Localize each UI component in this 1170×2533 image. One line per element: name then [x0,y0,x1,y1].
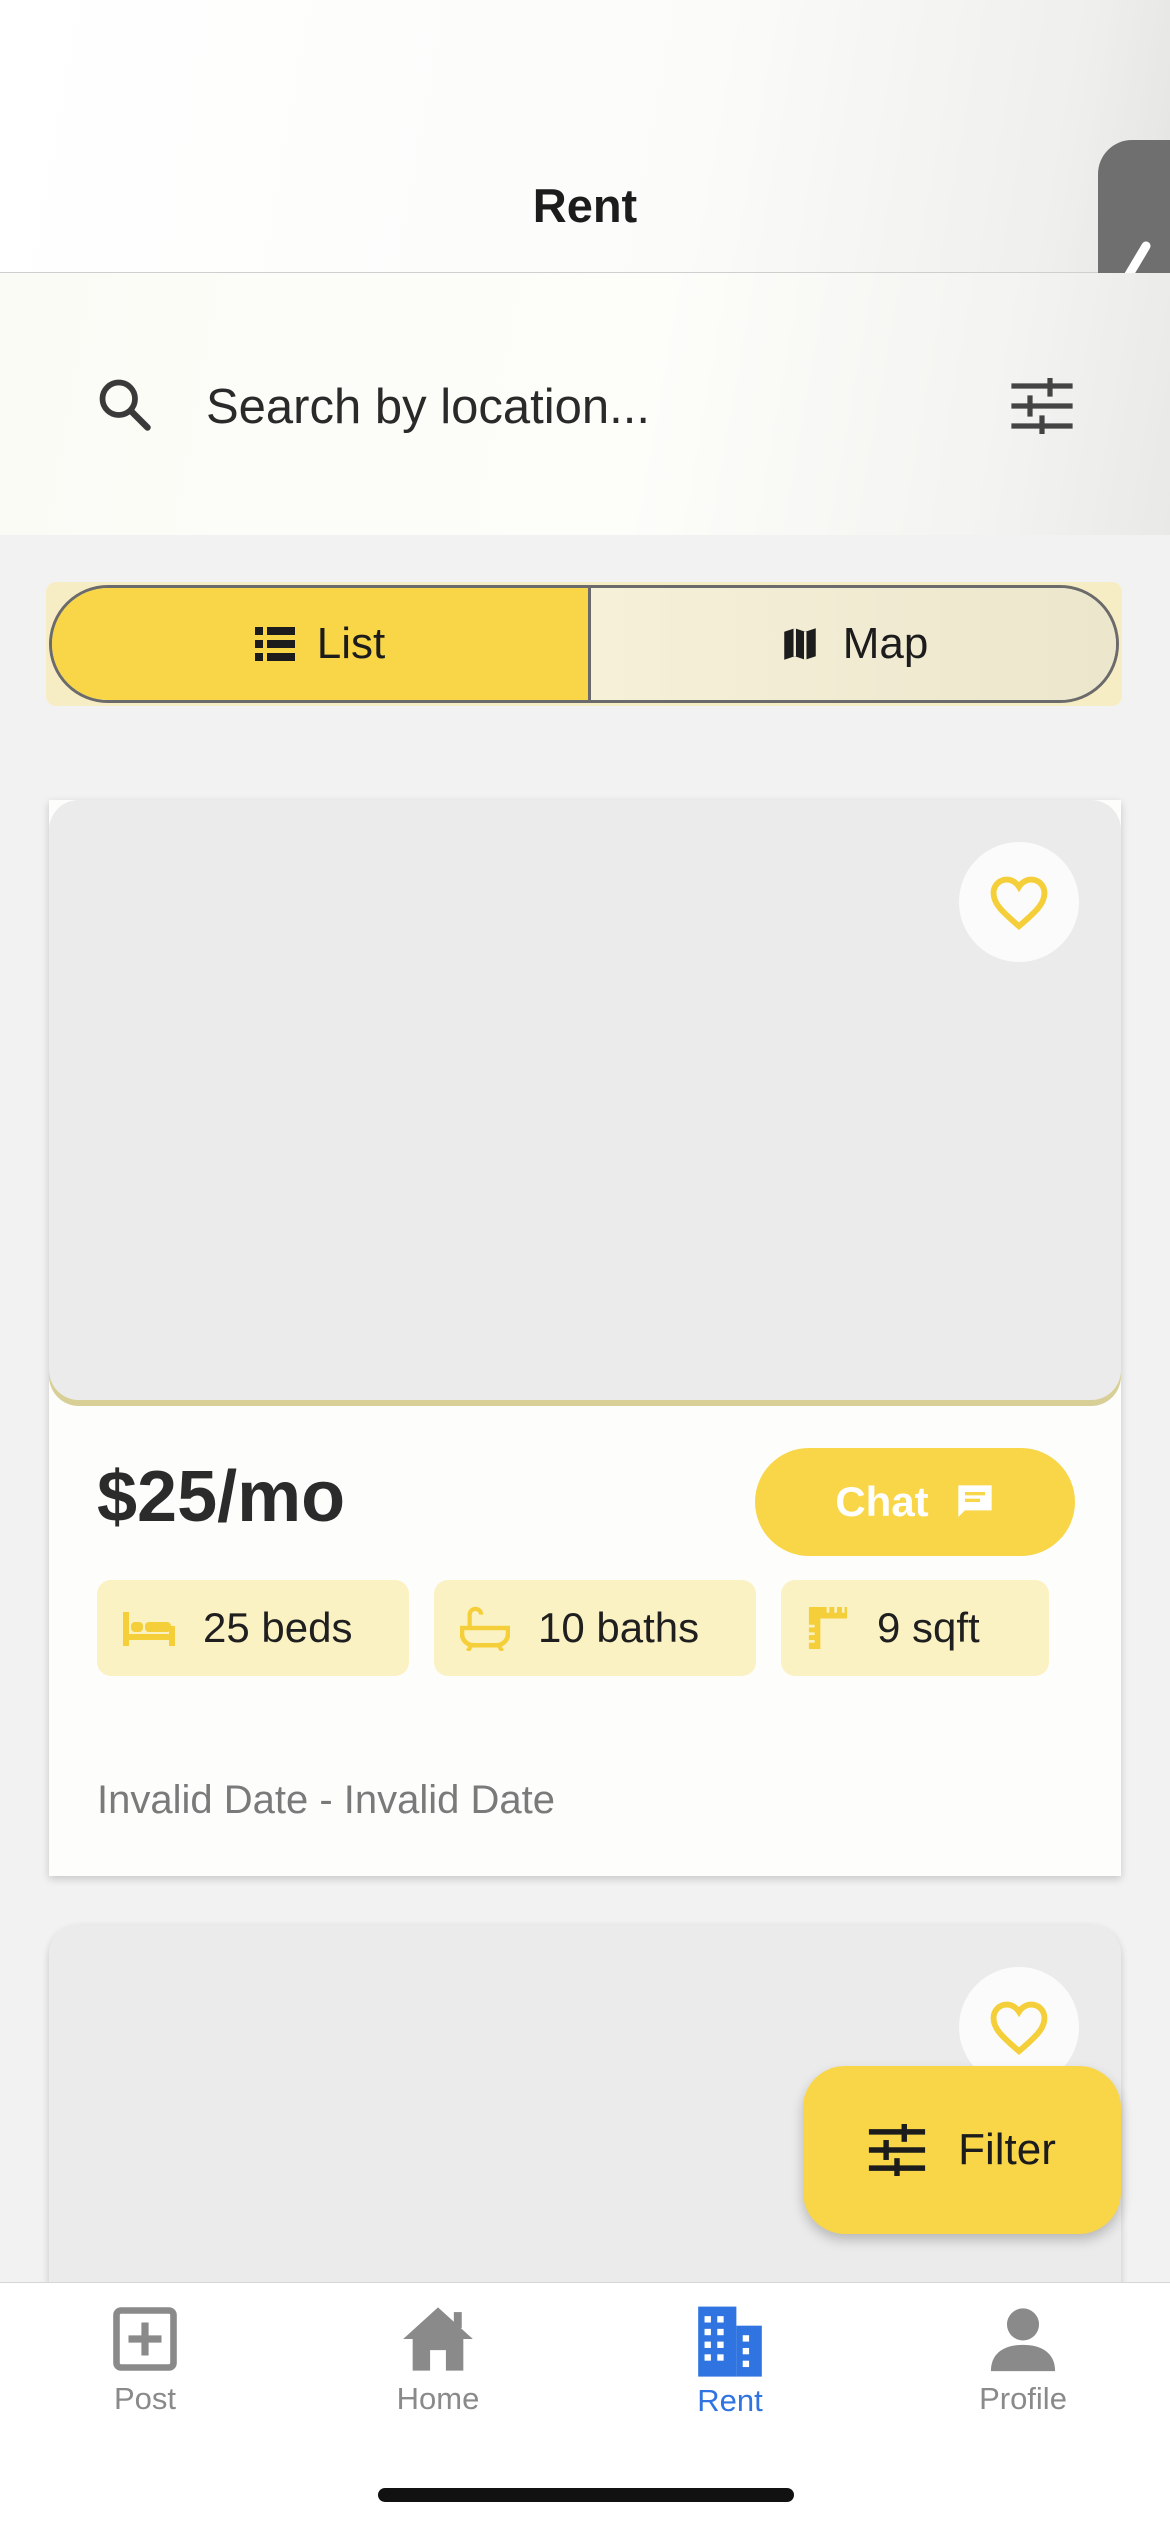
map-icon [783,628,816,660]
heart-icon [990,876,1048,930]
baths-count: 10 baths [538,1604,700,1651]
home-icon [403,2307,473,2371]
search-icon [99,379,151,431]
area-chip: 9 sqft [781,1580,1049,1676]
list-icon [254,627,295,661]
bed-icon [123,1612,175,1646]
apartment-icon [698,2306,762,2377]
tab-profile-label: Profile [979,2381,1067,2416]
filter-button-label: Filter [958,2125,1056,2174]
tab-post-label: Post [113,2381,177,2416]
availability-dates: Invalid Date - Invalid Date [97,1778,556,1822]
beds-count: 25 beds [203,1604,353,1651]
page-title: Rent [532,179,638,232]
tab-rent[interactable]: Rent [630,2303,830,2419]
person-icon [990,2308,1056,2372]
map-view-button[interactable]: Map [591,588,1116,700]
chat-icon [958,1485,992,1517]
tab-profile[interactable]: Profile [923,2303,1123,2417]
filter-button[interactable]: Filter [803,2066,1121,2234]
chat-button[interactable]: Chat [755,1448,1075,1556]
add-box-icon [113,2307,177,2371]
favorite-button[interactable] [959,842,1079,962]
ruler-square-icon [808,1607,848,1649]
list-view-button[interactable]: List [52,588,591,700]
view-toggle: List Map [46,582,1122,706]
heart-icon [990,2001,1048,2055]
listing-card[interactable]: $25/mo Chat 25 beds 10 baths 9 sqft Inva… [49,800,1121,1876]
search-input[interactable] [204,371,968,443]
chat-button-label: Chat [835,1478,929,1525]
tune-icon[interactable] [1010,378,1074,434]
bathtub-icon [460,1606,510,1651]
tab-rent-label: Rent [697,2383,763,2418]
tune-icon [869,2124,926,2176]
listing-price: $25/mo [97,1457,346,1537]
baths-chip: 10 baths [434,1580,756,1676]
tab-home-label: Home [396,2381,480,2416]
home-indicator [378,2488,794,2502]
tab-home[interactable]: Home [338,2303,538,2417]
area-value: 9 sqft [877,1604,980,1651]
beds-chip: 25 beds [97,1580,409,1676]
search-bar [0,273,1170,535]
app-header: Rent [0,0,1170,273]
tab-post[interactable]: Post [45,2303,245,2417]
map-view-label: Map [842,619,929,668]
list-view-label: List [316,619,386,668]
listing-features: 25 beds 10 baths 9 sqft [97,1580,1049,1676]
